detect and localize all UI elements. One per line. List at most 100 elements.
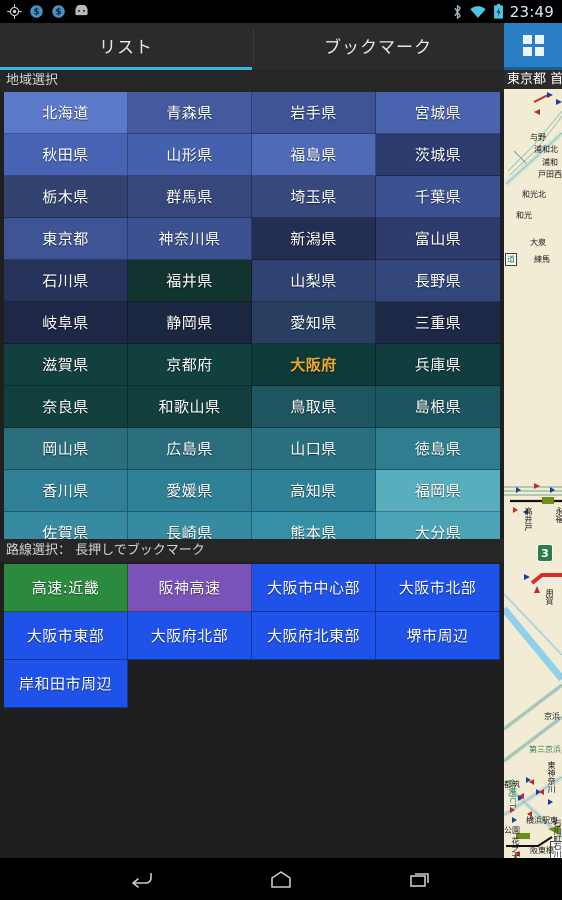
prefecture-cell-label: 愛知県 xyxy=(290,314,337,332)
route-button-label: 阪神高速 xyxy=(158,579,221,597)
prefecture-cell[interactable]: 山梨県 xyxy=(252,260,376,302)
map-panel-title: 東京都 首 xyxy=(504,70,562,89)
prefecture-grid-scroll[interactable]: 北海道 青森県 岩手県 宮城県秋田県 山形県 福島県 茨城県栃木県 群馬県 埼玉県 千葉県東京都 神… xyxy=(4,92,500,539)
prefecture-cell-label: 佐賀県 xyxy=(42,524,89,539)
route-grid: 高速:近畿 阪神高速 大阪市中心部 大阪市北部大阪市東部 大阪府北部 大阪府北東部 堺市周辺… xyxy=(4,564,500,708)
prefecture-cell-label: 群馬県 xyxy=(166,188,213,206)
prefecture-cell[interactable]: 三重県 xyxy=(376,302,500,344)
route-button-label: 堺市周辺 xyxy=(406,627,469,645)
prefecture-cell[interactable]: 愛知県 xyxy=(252,302,376,344)
route-button[interactable]: 大阪市中心部 xyxy=(252,564,376,612)
prefecture-cell-label: 富山県 xyxy=(414,230,462,248)
prefecture-cell[interactable]: 富山県 xyxy=(376,218,500,260)
prefecture-cell-label: 山形県 xyxy=(166,146,213,164)
tab-list-label: リスト xyxy=(99,37,153,58)
map-roads xyxy=(504,92,562,857)
route-button[interactable]: 高速:近畿 xyxy=(4,564,128,612)
prefecture-cell-label: 石川県 xyxy=(42,272,89,290)
prefecture-cell[interactable]: 石川県 xyxy=(4,260,128,302)
prefecture-cell[interactable]: 北海道 xyxy=(4,92,128,134)
tab-list[interactable]: リスト xyxy=(0,23,252,70)
prefecture-cell-label: 高知県 xyxy=(290,482,337,500)
status-bar-system-icons: 23:49 xyxy=(452,3,562,21)
prefecture-cell[interactable]: 岡山県 xyxy=(4,428,128,470)
prefecture-cell[interactable]: 和歌山県 xyxy=(128,386,252,428)
route-button-label: 大阪府北東部 xyxy=(266,627,360,645)
prefecture-cell[interactable]: 埼玉県 xyxy=(252,176,376,218)
prefecture-cell[interactable]: 福井県 xyxy=(128,260,252,302)
prefecture-cell[interactable]: 岩手県 xyxy=(252,92,376,134)
map-route-badge: 道 xyxy=(505,253,517,266)
prefecture-cell-label: 京都府 xyxy=(166,356,213,374)
prefecture-cell-label: 岩手県 xyxy=(290,104,337,122)
route-button[interactable]: 阪神高速 xyxy=(128,564,252,612)
route-button[interactable]: 岸和田市周辺 xyxy=(4,660,128,708)
tab-bookmark[interactable]: ブックマーク xyxy=(252,23,504,70)
prefecture-cell[interactable]: 奈良県 xyxy=(4,386,128,428)
prefecture-cell-label: 千葉県 xyxy=(414,188,462,206)
prefecture-cell[interactable]: 兵庫県 xyxy=(376,344,500,386)
prefecture-cell[interactable]: 大分県 xyxy=(376,512,500,539)
prefecture-cell-label: 東京都 xyxy=(42,230,89,248)
prefecture-cell-label: 大分県 xyxy=(414,524,462,539)
prefecture-cell[interactable]: 大阪府 xyxy=(252,344,376,386)
route-button[interactable]: 大阪府北部 xyxy=(128,612,252,660)
route-button[interactable]: 堺市周辺 xyxy=(376,612,500,660)
recent-apps-icon xyxy=(410,873,429,887)
prefecture-cell[interactable]: 千葉県 xyxy=(376,176,500,218)
prefecture-cell[interactable]: 東京都 xyxy=(4,218,128,260)
grid-view-button[interactable] xyxy=(504,23,562,70)
prefecture-cell[interactable]: 岐阜県 xyxy=(4,302,128,344)
prefecture-cell-label: 埼玉県 xyxy=(290,188,337,206)
prefecture-cell[interactable]: 静岡県 xyxy=(128,302,252,344)
prefecture-cell-label: 広島県 xyxy=(166,440,213,458)
route-shield-3-icon: 3 xyxy=(537,544,553,562)
prefecture-cell[interactable]: 山口県 xyxy=(252,428,376,470)
prefecture-cell[interactable]: 群馬県 xyxy=(128,176,252,218)
svg-text:$: $ xyxy=(33,8,39,18)
left-pane: 地域選択 北海道 青森県 岩手県 宮城県 秋田県 山形県 福島県 茨城県 栃木県 群馬県 埼玉県 千葉… xyxy=(0,70,504,858)
map-label: 高井戸 xyxy=(524,507,533,531)
route-button[interactable]: 大阪市北部 xyxy=(376,564,500,612)
prefecture-cell[interactable]: 青森県 xyxy=(128,92,252,134)
prefecture-cell[interactable]: 鳥取県 xyxy=(252,386,376,428)
map-canvas[interactable]: 3 与野 浦和北 浦和 戸田西 和光北 和光 大泉 道 練馬 高井戸 永福 用賀… xyxy=(504,89,562,858)
back-arrow-icon xyxy=(132,873,152,888)
prefecture-cell[interactable]: 新潟県 xyxy=(252,218,376,260)
prefecture-cell[interactable]: 高知県 xyxy=(252,470,376,512)
nav-home-button[interactable] xyxy=(261,864,301,894)
prefecture-cell[interactable]: 神奈川県 xyxy=(128,218,252,260)
prefecture-cell[interactable]: 栃木県 xyxy=(4,176,128,218)
prefecture-cell[interactable]: 福島県 xyxy=(252,134,376,176)
currency-dollar-icon: $ xyxy=(52,5,65,18)
nav-recent-apps-button[interactable] xyxy=(401,864,441,894)
route-button-label: 大阪市中心部 xyxy=(266,579,360,597)
prefecture-cell[interactable]: 茨城県 xyxy=(376,134,500,176)
prefecture-cell[interactable]: 山形県 xyxy=(128,134,252,176)
prefecture-cell-label: 長野県 xyxy=(414,272,462,290)
prefecture-cell[interactable]: 愛媛県 xyxy=(128,470,252,512)
prefecture-cell[interactable]: 広島県 xyxy=(128,428,252,470)
prefecture-cell[interactable]: 香川県 xyxy=(4,470,128,512)
prefecture-cell[interactable]: 京都府 xyxy=(128,344,252,386)
home-icon xyxy=(271,871,291,888)
prefecture-cell[interactable]: 秋田県 xyxy=(4,134,128,176)
nav-back-button[interactable] xyxy=(121,864,161,894)
prefecture-cell[interactable]: 島根県 xyxy=(376,386,500,428)
route-button[interactable]: 大阪府北東部 xyxy=(252,612,376,660)
tab-bookmark-label: ブックマーク xyxy=(324,37,432,58)
android-robot-icon xyxy=(75,5,88,16)
prefecture-cell-label: 宮城県 xyxy=(414,104,462,122)
status-bar-clock: 23:49 xyxy=(509,2,554,21)
prefecture-cell[interactable]: 福岡県 xyxy=(376,470,500,512)
prefecture-cell[interactable]: 熊本県 xyxy=(252,512,376,539)
prefecture-cell[interactable]: 滋賀県 xyxy=(4,344,128,386)
map-label: 浦和北 xyxy=(534,145,558,154)
prefecture-cell[interactable]: 徳島県 xyxy=(376,428,500,470)
prefecture-cell[interactable]: 宮城県 xyxy=(376,92,500,134)
prefecture-cell[interactable]: 長野県 xyxy=(376,260,500,302)
route-button[interactable]: 大阪市東部 xyxy=(4,612,128,660)
prefecture-cell[interactable]: 佐賀県 xyxy=(4,512,128,539)
map-panel[interactable]: 東京都 首 3 与野 浦和北 浦和 戸田西 和光北 和光 大泉 道 練馬 高井戸… xyxy=(504,70,562,858)
prefecture-cell[interactable]: 長崎県 xyxy=(128,512,252,539)
